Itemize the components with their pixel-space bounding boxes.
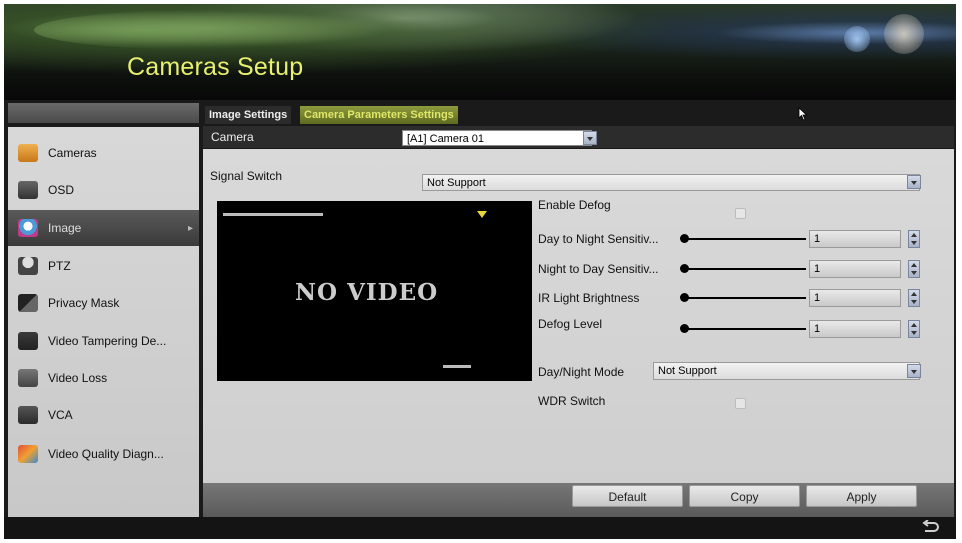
app-window: Cameras Setup Cameras OSD Image ▸ PTZ Pr… bbox=[4, 4, 956, 539]
camera-icon bbox=[18, 144, 38, 162]
day-night-mode-select[interactable]: Not Support bbox=[653, 362, 920, 380]
tab-image-settings[interactable]: Image Settings bbox=[205, 106, 292, 124]
sidebar-item-video-quality[interactable]: Video Quality Diagn... bbox=[8, 436, 199, 472]
defog-level-slider[interactable] bbox=[684, 328, 806, 330]
wdr-switch-label: WDR Switch bbox=[538, 394, 606, 408]
defog-level-value[interactable]: 1 bbox=[809, 320, 901, 338]
no-video-text: NO VIDEO bbox=[295, 279, 439, 306]
apply-button[interactable]: Apply bbox=[806, 485, 917, 507]
video-quality-icon bbox=[18, 445, 38, 463]
sidebar-item-privacy-mask[interactable]: Privacy Mask bbox=[8, 285, 199, 321]
defog-level-stepper[interactable] bbox=[908, 320, 920, 338]
osd-camera-name bbox=[443, 365, 471, 368]
day-night-mode-label: Day/Night Mode bbox=[538, 365, 625, 379]
status-bar bbox=[4, 517, 956, 539]
sidebar-item-label: VCA bbox=[48, 408, 73, 422]
wdr-switch-checkbox[interactable] bbox=[735, 398, 746, 409]
sidebar-item-osd[interactable]: OSD bbox=[8, 172, 199, 208]
day-to-night-value[interactable]: 1 bbox=[809, 230, 901, 248]
chevron-right-icon: ▸ bbox=[187, 222, 193, 234]
record-indicator-icon bbox=[477, 211, 487, 218]
night-to-day-stepper[interactable] bbox=[908, 260, 920, 278]
image-icon bbox=[18, 219, 38, 237]
tab-camera-parameters-settings[interactable]: Camera Parameters Settings bbox=[300, 106, 458, 124]
enable-defog-label: Enable Defog bbox=[538, 198, 611, 212]
sidebar-item-label: Video Loss bbox=[48, 371, 108, 385]
signal-switch-label: Signal Switch bbox=[210, 169, 283, 183]
signal-switch-select[interactable]: Not Support bbox=[422, 174, 920, 191]
sidebar-item-label: OSD bbox=[48, 183, 75, 197]
defog-level-label: Defog Level bbox=[538, 317, 603, 331]
sidebar-item-label: Video Quality Diagn... bbox=[48, 447, 164, 461]
page-title: Cameras Setup bbox=[127, 53, 304, 81]
sidebar-item-video-tampering[interactable]: Video Tampering De... bbox=[8, 323, 199, 359]
banner-bokeh-decoration bbox=[884, 14, 924, 54]
ir-light-label: IR Light Brightness bbox=[538, 291, 640, 305]
night-to-day-value[interactable]: 1 bbox=[809, 260, 901, 278]
osd-icon bbox=[18, 181, 38, 199]
sidebar-item-label: Cameras bbox=[48, 146, 97, 160]
privacy-mask-icon bbox=[18, 294, 38, 312]
day-to-night-stepper[interactable] bbox=[908, 230, 920, 248]
default-button[interactable]: Default bbox=[572, 485, 683, 507]
ir-light-value[interactable]: 1 bbox=[809, 289, 901, 307]
camera-select[interactable]: [A1] Camera 01 bbox=[402, 130, 592, 146]
sidebar-item-label: Video Tampering De... bbox=[48, 334, 167, 348]
banner-leaves-decoration bbox=[34, 10, 394, 50]
sidebar: Cameras OSD Image ▸ PTZ Privacy Mask Vid… bbox=[8, 127, 199, 517]
camera-dropdown-icon[interactable] bbox=[583, 131, 597, 145]
sidebar-item-vca[interactable]: VCA bbox=[8, 397, 199, 433]
sidebar-item-image[interactable]: Image ▸ bbox=[8, 210, 199, 246]
day-to-night-label: Day to Night Sensitiv... bbox=[538, 232, 659, 246]
night-to-day-label: Night to Day Sensitiv... bbox=[538, 262, 659, 276]
sidebar-item-video-loss[interactable]: Video Loss bbox=[8, 360, 199, 396]
signal-switch-dropdown-icon[interactable] bbox=[907, 175, 921, 189]
night-to-day-slider[interactable] bbox=[684, 268, 806, 270]
day-to-night-slider[interactable] bbox=[684, 238, 806, 240]
sidebar-item-ptz[interactable]: PTZ bbox=[8, 248, 199, 284]
vca-icon bbox=[18, 406, 38, 424]
sidebar-item-label: Privacy Mask bbox=[48, 296, 120, 310]
enable-defog-checkbox[interactable] bbox=[735, 208, 746, 219]
sidebar-item-label: Image bbox=[48, 221, 82, 235]
header-banner: Cameras Setup bbox=[4, 4, 956, 100]
video-loss-icon bbox=[18, 369, 38, 387]
back-icon[interactable] bbox=[922, 519, 940, 534]
ir-light-stepper[interactable] bbox=[908, 289, 920, 307]
mouse-cursor-icon bbox=[798, 107, 808, 126]
day-night-mode-dropdown-icon[interactable] bbox=[907, 364, 921, 378]
sidebar-item-label: PTZ bbox=[48, 259, 71, 273]
video-tampering-icon bbox=[18, 332, 38, 350]
sidebar-item-cameras[interactable]: Cameras bbox=[8, 135, 199, 171]
banner-bokeh-decoration bbox=[844, 26, 870, 52]
ir-light-slider[interactable] bbox=[684, 297, 806, 299]
copy-button[interactable]: Copy bbox=[689, 485, 800, 507]
sidebar-header bbox=[8, 103, 199, 123]
camera-label: Camera bbox=[211, 130, 254, 144]
osd-timestamp bbox=[223, 213, 323, 216]
ptz-icon bbox=[18, 257, 38, 275]
video-preview: NO VIDEO bbox=[217, 201, 532, 381]
